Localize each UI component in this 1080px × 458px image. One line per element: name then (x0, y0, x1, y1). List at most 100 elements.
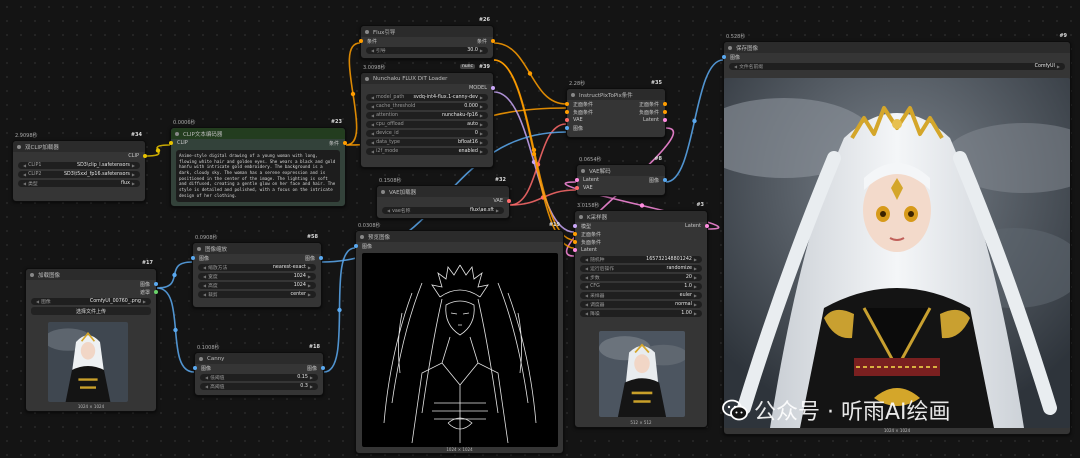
widget-type[interactable]: 类型flux (18, 180, 140, 187)
output-model[interactable]: MODEL (361, 84, 495, 92)
collapse-dot-icon[interactable] (175, 131, 179, 136)
input-positive[interactable]: 正面条件 (573, 230, 641, 238)
collapse-dot-icon[interactable] (381, 189, 385, 194)
widget-scheduler[interactable]: 调度器normal (580, 301, 702, 308)
wire-midpoint-dot[interactable] (337, 307, 342, 313)
node-header[interactable]: 双CLIP加载器 (13, 141, 145, 152)
wire-midpoint-dot[interactable] (531, 151, 537, 157)
widget-vae-name[interactable]: vae名称flux\ae.sft (382, 207, 504, 214)
widget-crop[interactable]: 裁剪center (198, 291, 316, 298)
wire-midpoint-dot[interactable] (692, 118, 697, 124)
widget-steps[interactable]: 步数20 (580, 274, 702, 281)
widget-cache-threshold[interactable]: cache_threshold0.000 (366, 103, 488, 110)
widget-seed[interactable]: 随机种165732148801242 (580, 256, 702, 263)
input-clip[interactable]: CLIP (169, 139, 258, 147)
output-negative[interactable]: 负面条件 (616, 108, 667, 116)
input-image[interactable]: 图像 (191, 254, 257, 262)
input-vae[interactable]: VAE (565, 116, 616, 124)
node-header[interactable]: VAE加载器 (377, 186, 509, 197)
output-conditioning[interactable]: 条件 (427, 37, 495, 45)
node-preview-image[interactable]: 0.0308秒 #19 预览图像 图像 1024 × 1024 (354, 222, 564, 454)
widget-model-path[interactable]: model_pathsvdq-int4-flux.1-canny-dev (366, 94, 488, 101)
node-header[interactable]: Flux引导 (361, 26, 493, 37)
input-latent[interactable]: Latent (573, 246, 641, 254)
widget-i2f-mode[interactable]: i2f_modeenabled (366, 148, 488, 155)
collapse-dot-icon[interactable] (571, 92, 575, 97)
widget-filename-prefix[interactable]: 文件名前缀ComfyUI (729, 63, 1065, 70)
widget-cfg[interactable]: CFG1.0 (580, 283, 702, 290)
input-conditioning[interactable]: 条件 (359, 37, 427, 45)
node-header[interactable]: 加载图像 (26, 269, 156, 280)
widget-width[interactable]: 宽度1024 (198, 273, 316, 280)
output-mask[interactable]: 遮罩 (26, 288, 158, 296)
collapse-dot-icon[interactable] (579, 214, 583, 219)
output-conditioning[interactable]: 条件 (258, 139, 347, 147)
collapse-dot-icon[interactable] (365, 76, 369, 81)
node-instruct-pix2pix[interactable]: 2.28秒 #35 InstructPixToPix条件 正面条件 负面条件 V… (565, 80, 667, 138)
prompt-textarea[interactable]: Anime-style digital drawing of a young w… (176, 150, 340, 202)
output-clip[interactable]: CLIP (13, 152, 147, 160)
widget-image-file[interactable]: 图像ComfyUI_00760_.png (31, 298, 151, 305)
wire-midpoint-dot[interactable] (350, 91, 356, 97)
widget-guidance[interactable]: 引导30.0 (366, 47, 488, 54)
input-latent[interactable]: Latent (575, 176, 621, 184)
input-negative[interactable]: 负面条件 (565, 108, 616, 116)
node-dual-clip-loader[interactable]: 2.9098秒 #34 双CLIP加载器 CLIP CLIP1SD3\clip_… (12, 132, 147, 202)
widget-clip1[interactable]: CLIP1SD3\clip_l.safetensors (18, 162, 140, 169)
input-image[interactable]: 图像 (565, 124, 616, 132)
node-ksampler[interactable]: 3.0158秒 #3 K采样器 模型 正面条件 负面条件 Latent Late… (573, 202, 709, 428)
widget-denoise[interactable]: 降噪1.00 (580, 310, 702, 317)
collapse-dot-icon[interactable] (581, 168, 585, 173)
input-positive[interactable]: 正面条件 (565, 100, 616, 108)
node-header[interactable]: InstructPixToPix条件 (567, 89, 665, 100)
widget-sampler[interactable]: 采样器euler (580, 292, 702, 299)
wire-midpoint-dot[interactable] (527, 71, 533, 76)
node-canny[interactable]: 0.1008秒 #18 Canny 图像 图像 低阈值0.15 高阈值0.3 (193, 344, 325, 396)
output-latent[interactable]: Latent (641, 222, 709, 230)
node-flux-guidance[interactable]: #26 Flux引导 条件 条件 引导30.0 (359, 17, 495, 59)
node-header[interactable]: CLIP文本编码器 (171, 128, 345, 139)
widget-upscale-method[interactable]: 缩放方法nearest-exact (198, 264, 316, 271)
node-header[interactable]: Nunchaku FLUX DiT Loader (361, 73, 493, 84)
input-image[interactable]: 图像 (722, 53, 1070, 61)
output-positive[interactable]: 正面条件 (616, 100, 667, 108)
node-header[interactable]: K采样器 (575, 211, 707, 222)
widget-clip2[interactable]: CLIP2SD3\t5xxl_fp16.safetensors (18, 171, 140, 178)
input-model[interactable]: 模型 (573, 222, 641, 230)
collapse-dot-icon[interactable] (30, 272, 34, 277)
node-vae-loader[interactable]: 0.1508秒 #32 VAE加载器 VAE vae名称flux\ae.sft (376, 177, 511, 219)
collapse-dot-icon[interactable] (199, 356, 203, 361)
node-header[interactable]: Canny (195, 353, 323, 364)
collapse-dot-icon[interactable] (197, 246, 201, 251)
collapse-dot-icon[interactable] (17, 144, 21, 149)
collapse-dot-icon[interactable] (728, 45, 732, 50)
node-image-scale[interactable]: 0.0908秒 #58 图像缩放 图像 图像 缩放方法nearest-exact… (191, 234, 323, 308)
input-image[interactable]: 图像 (193, 364, 259, 372)
node-load-image[interactable]: #17 加载图像 图像 遮罩 图像ComfyUI_00760_.png 选择文件… (25, 260, 158, 412)
widget-control-after[interactable]: 运行后操作randomize (580, 265, 702, 272)
widget-low-threshold[interactable]: 低阈值0.15 (200, 374, 318, 381)
widget-high-threshold[interactable]: 高阈值0.3 (200, 383, 318, 390)
node-save-image[interactable]: 0.528秒 #9 保存图像 图像 文件名前缀ComfyUI (722, 33, 1071, 435)
output-image[interactable]: 图像 (259, 364, 325, 372)
input-image[interactable]: 图像 (354, 242, 563, 250)
node-header[interactable]: 保存图像 (724, 42, 1070, 53)
output-image[interactable]: 图像 (257, 254, 323, 262)
output-image[interactable]: 图像 (621, 176, 667, 184)
wire-midpoint-dot[interactable] (639, 203, 645, 208)
input-vae[interactable]: VAE (575, 184, 621, 192)
wire-midpoint-dot[interactable] (173, 327, 178, 333)
collapse-dot-icon[interactable] (360, 234, 364, 239)
output-image[interactable]: 图像 (26, 280, 158, 288)
upload-button[interactable]: 选择文件上传 (31, 307, 151, 315)
widget-height[interactable]: 高度1024 (198, 282, 316, 289)
widget-data-type[interactable]: data_typebfloat16 (366, 139, 488, 146)
collapse-dot-icon[interactable] (365, 29, 369, 34)
input-negative[interactable]: 负面条件 (573, 238, 641, 246)
wire-midpoint-dot[interactable] (155, 148, 161, 153)
widget-device-id[interactable]: device_id0 (366, 130, 488, 137)
output-latent[interactable]: Latent (616, 116, 667, 124)
wire-midpoint-dot[interactable] (172, 272, 177, 278)
node-header[interactable]: 预览图像 (356, 231, 563, 242)
node-header[interactable]: 图像缩放 (193, 243, 321, 254)
